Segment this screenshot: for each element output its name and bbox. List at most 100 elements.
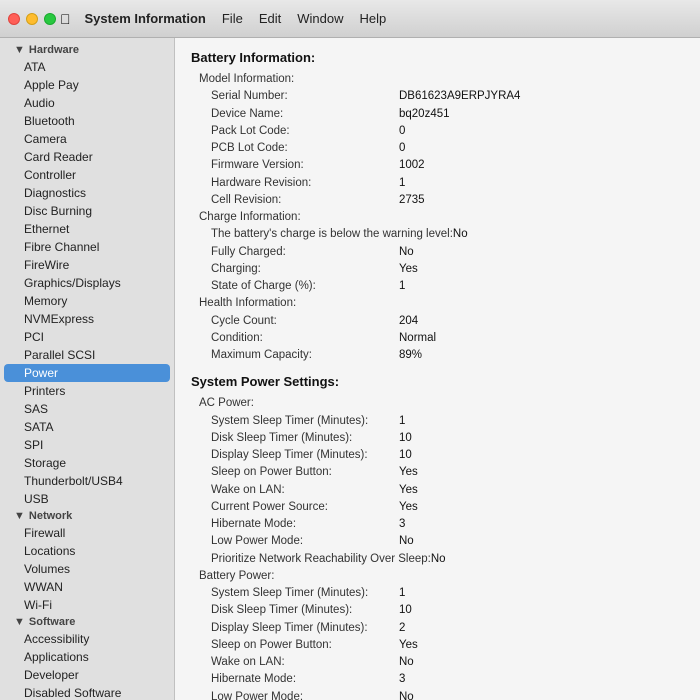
condition-value: Normal bbox=[399, 330, 436, 347]
bat-sleep-power-value: Yes bbox=[399, 637, 418, 654]
power-settings-block: AC Power: System Sleep Timer (Minutes): … bbox=[199, 395, 684, 700]
charging-label: Charging: bbox=[199, 261, 399, 278]
ac-disk-sleep-row: Disk Sleep Timer (Minutes): 10 bbox=[199, 430, 684, 447]
sidebar-item-audio[interactable]: Audio bbox=[0, 94, 174, 112]
sidebar-item-nvmexpress[interactable]: NVMExpress bbox=[0, 310, 174, 328]
sidebar-item-diagnostics[interactable]: Diagnostics bbox=[0, 184, 174, 202]
sidebar-item-graphics[interactable]: Graphics/Displays bbox=[0, 274, 174, 292]
bat-low-power-row: Low Power Mode: No bbox=[199, 689, 684, 700]
menu-edit[interactable]: Edit bbox=[259, 11, 281, 26]
sidebar-item-discburning[interactable]: Disc Burning bbox=[0, 202, 174, 220]
sidebar-item-locations[interactable]: Locations bbox=[0, 542, 174, 560]
sidebar-network-header: ▼ Network bbox=[0, 508, 174, 524]
battery-power-header: Battery Power: bbox=[199, 568, 684, 585]
model-info-label-row: Model Information: bbox=[199, 71, 684, 88]
sidebar-item-printers[interactable]: Printers bbox=[0, 382, 174, 400]
main-window:  System Information File Edit Window He… bbox=[0, 0, 700, 700]
ac-wake-lan-value: Yes bbox=[399, 482, 418, 499]
bat-wake-lan-row: Wake on LAN: No bbox=[199, 654, 684, 671]
cycle-count-value: 204 bbox=[399, 313, 418, 330]
ac-current-power-label: Current Power Source: bbox=[199, 499, 399, 516]
fully-charged-value: No bbox=[399, 244, 414, 261]
battery-info-title: Battery Information: bbox=[191, 50, 684, 65]
charging-row: Charging: Yes bbox=[199, 261, 684, 278]
bat-disk-sleep-row: Disk Sleep Timer (Minutes): 10 bbox=[199, 602, 684, 619]
minimize-button[interactable] bbox=[26, 13, 38, 25]
bat-hibernate-value: 3 bbox=[399, 671, 405, 688]
bat-low-power-value: No bbox=[399, 689, 414, 700]
bat-disk-sleep-label: Disk Sleep Timer (Minutes): bbox=[199, 602, 399, 619]
menu-window[interactable]: Window bbox=[297, 11, 343, 26]
bat-disk-sleep-value: 10 bbox=[399, 602, 412, 619]
system-power-title: System Power Settings: bbox=[191, 374, 684, 389]
sidebar-item-fibrechannel[interactable]: Fibre Channel bbox=[0, 238, 174, 256]
serial-number-row: Serial Number: DB61623A9ERPJYRA4 bbox=[199, 88, 684, 105]
menu-help[interactable]: Help bbox=[359, 11, 386, 26]
charging-value: Yes bbox=[399, 261, 418, 278]
bat-system-sleep-label: System Sleep Timer (Minutes): bbox=[199, 585, 399, 602]
sidebar-item-spi[interactable]: SPI bbox=[0, 436, 174, 454]
bat-low-power-label: Low Power Mode: bbox=[199, 689, 399, 700]
pack-lot-value: 0 bbox=[399, 123, 405, 140]
sidebar-item-pci[interactable]: PCI bbox=[0, 328, 174, 346]
ac-low-power-row: Low Power Mode: No bbox=[199, 533, 684, 550]
max-capacity-value: 89% bbox=[399, 347, 422, 364]
firmware-value: 1002 bbox=[399, 157, 425, 174]
sidebar-item-memory[interactable]: Memory bbox=[0, 292, 174, 310]
sidebar-item-accessibility[interactable]: Accessibility bbox=[0, 630, 174, 648]
sidebar-item-bluetooth[interactable]: Bluetooth bbox=[0, 112, 174, 130]
sidebar-item-disabled-software[interactable]: Disabled Software bbox=[0, 684, 174, 700]
bat-hibernate-row: Hibernate Mode: 3 bbox=[199, 671, 684, 688]
sidebar-item-thunderbolt[interactable]: Thunderbolt/USB4 bbox=[0, 472, 174, 490]
bat-wake-lan-value: No bbox=[399, 654, 414, 671]
fully-charged-label: Fully Charged: bbox=[199, 244, 399, 261]
ac-display-sleep-label: Display Sleep Timer (Minutes): bbox=[199, 447, 399, 464]
sidebar-item-camera[interactable]: Camera bbox=[0, 130, 174, 148]
close-button[interactable] bbox=[8, 13, 20, 25]
sidebar-item-applications[interactable]: Applications bbox=[0, 648, 174, 666]
ac-low-power-value: No bbox=[399, 533, 414, 550]
sidebar-item-controller[interactable]: Controller bbox=[0, 166, 174, 184]
sidebar-item-power[interactable]: Power bbox=[4, 364, 170, 382]
battery-warning-label: The battery's charge is below the warnin… bbox=[199, 226, 453, 243]
sidebar-item-cardreader[interactable]: Card Reader bbox=[0, 148, 174, 166]
ac-hibernate-row: Hibernate Mode: 3 bbox=[199, 516, 684, 533]
sidebar-item-volumes[interactable]: Volumes bbox=[0, 560, 174, 578]
ac-system-sleep-value: 1 bbox=[399, 413, 405, 430]
device-name-row: Device Name: bq20z451 bbox=[199, 106, 684, 123]
battery-power-label: Battery Power: bbox=[199, 568, 399, 585]
ac-display-sleep-value: 10 bbox=[399, 447, 412, 464]
ac-sleep-power-value: Yes bbox=[399, 464, 418, 481]
sidebar-item-storage[interactable]: Storage bbox=[0, 454, 174, 472]
ac-current-power-row: Current Power Source: Yes bbox=[199, 499, 684, 516]
sidebar-item-applepay[interactable]: Apple Pay bbox=[0, 76, 174, 94]
sidebar-item-wifi[interactable]: Wi-Fi bbox=[0, 596, 174, 614]
maximize-button[interactable] bbox=[44, 13, 56, 25]
ac-sleep-power-label: Sleep on Power Button: bbox=[199, 464, 399, 481]
ac-disk-sleep-value: 10 bbox=[399, 430, 412, 447]
sidebar-item-firewire[interactable]: FireWire bbox=[0, 256, 174, 274]
hardware-rev-label: Hardware Revision: bbox=[199, 175, 399, 192]
sidebar-item-parallelscsi[interactable]: Parallel SCSI bbox=[0, 346, 174, 364]
serial-number-value: DB61623A9ERPJYRA4 bbox=[399, 88, 520, 105]
model-info-label: Model Information: bbox=[199, 71, 399, 88]
state-charge-value: 1 bbox=[399, 278, 405, 295]
menu-file[interactable]: File bbox=[222, 11, 243, 26]
ac-hibernate-value: 3 bbox=[399, 516, 405, 533]
sidebar-item-ata[interactable]: ATA bbox=[0, 58, 174, 76]
firmware-row: Firmware Version: 1002 bbox=[199, 157, 684, 174]
sidebar-item-usb[interactable]: USB bbox=[0, 490, 174, 508]
sidebar-item-developer[interactable]: Developer bbox=[0, 666, 174, 684]
sidebar-item-sas[interactable]: SAS bbox=[0, 400, 174, 418]
max-capacity-label: Maximum Capacity: bbox=[199, 347, 399, 364]
fully-charged-row: Fully Charged: No bbox=[199, 244, 684, 261]
apple-icon:  bbox=[60, 11, 71, 27]
health-info-label: Health Information: bbox=[199, 295, 399, 312]
sidebar-item-wwan[interactable]: WWAN bbox=[0, 578, 174, 596]
sidebar-item-sata[interactable]: SATA bbox=[0, 418, 174, 436]
charge-info-header: Charge Information: bbox=[199, 209, 684, 226]
sidebar-item-ethernet[interactable]: Ethernet bbox=[0, 220, 174, 238]
sidebar-item-firewall[interactable]: Firewall bbox=[0, 524, 174, 542]
bat-display-sleep-row: Display Sleep Timer (Minutes): 2 bbox=[199, 620, 684, 637]
device-name-value: bq20z451 bbox=[399, 106, 450, 123]
